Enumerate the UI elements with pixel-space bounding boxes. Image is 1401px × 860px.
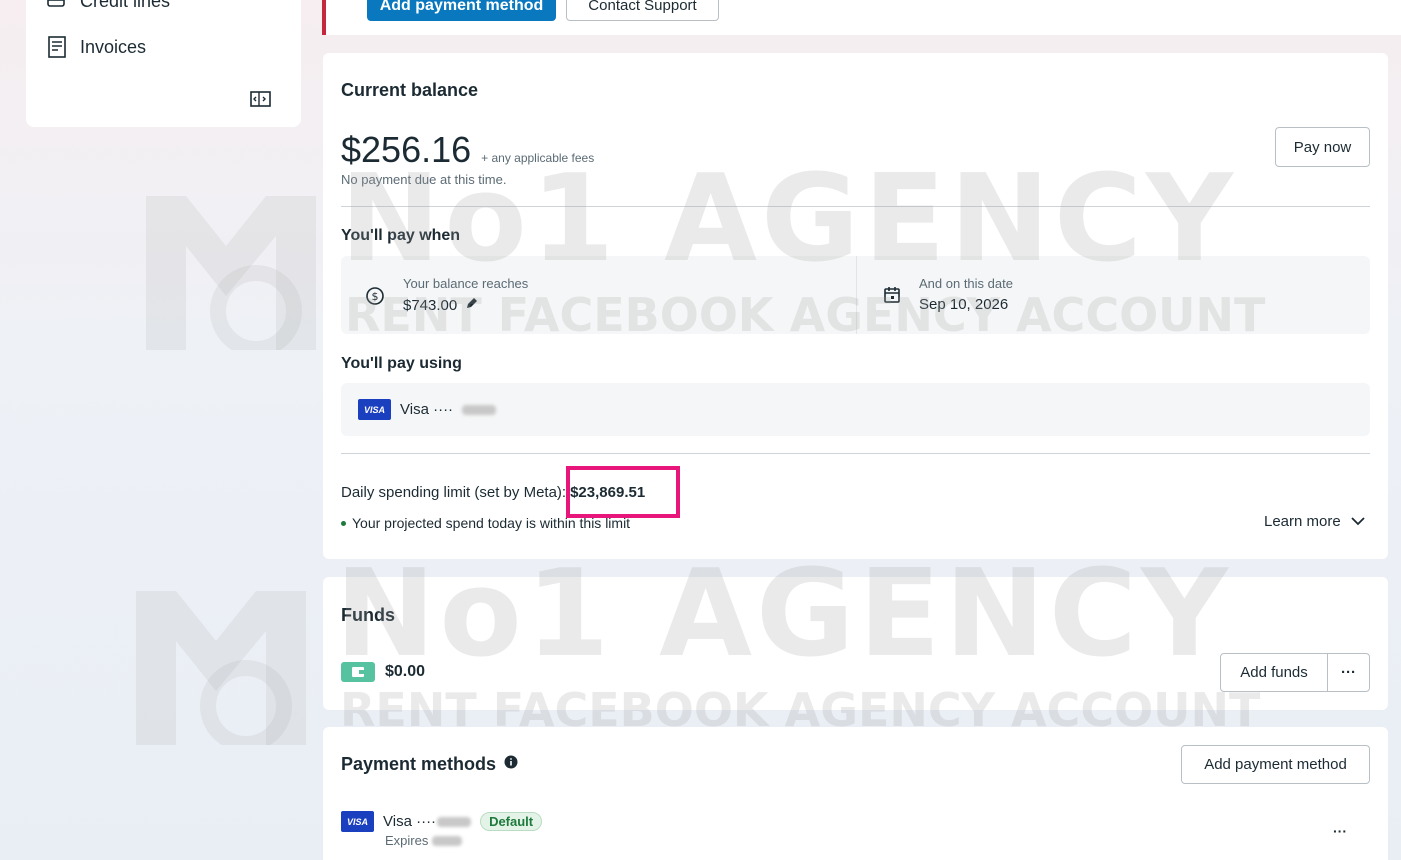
sidebar: Credit lines Invoices xyxy=(26,0,301,127)
funds-title: Funds xyxy=(341,605,395,625)
add-payment-method-button[interactable]: Add payment method xyxy=(367,0,556,21)
balance-amount: $256.16 xyxy=(341,129,472,170)
date-value: Sep 10, 2026 xyxy=(919,296,1009,313)
pay-now-button[interactable]: Pay now xyxy=(1275,127,1370,167)
current-balance-card: Current balance $256.16 + any applicable… xyxy=(323,53,1388,559)
threshold-label: Your balance reaches xyxy=(403,276,529,291)
contact-support-button[interactable]: Contact Support xyxy=(566,0,719,21)
card-title: Current balance xyxy=(341,80,479,100)
pay-using-box: VISA Visa ···· xyxy=(341,383,1370,436)
svg-text:$: $ xyxy=(372,290,379,303)
learn-more-link[interactable]: Learn more xyxy=(1264,513,1365,530)
payment-status: No payment due at this time. xyxy=(341,172,507,187)
calendar-icon xyxy=(883,286,901,309)
threshold-value: $743.00 xyxy=(403,297,458,314)
status-dot xyxy=(341,520,346,526)
visa-card-icon: VISA xyxy=(358,399,391,420)
pay-using-title: You'll pay using xyxy=(341,355,462,372)
fees-note: + any applicable fees xyxy=(481,151,595,165)
sidebar-item-label: Credit lines xyxy=(80,0,171,11)
watermark-logo xyxy=(136,541,306,752)
wallet-icon xyxy=(341,662,375,687)
highlight-box xyxy=(566,466,680,518)
divider xyxy=(341,453,1370,454)
sidebar-item-credit-lines[interactable]: Credit lines xyxy=(46,0,170,12)
info-icon[interactable] xyxy=(504,755,518,774)
chevron-down-icon xyxy=(1351,513,1365,530)
sidebar-item-label: Invoices xyxy=(80,36,147,57)
date-label: And on this date xyxy=(919,276,1013,291)
add-funds-button[interactable]: Add funds xyxy=(1220,653,1328,692)
expires-label: Expires xyxy=(385,833,429,848)
funds-more-button[interactable]: ··· xyxy=(1327,653,1370,692)
redacted-expiry xyxy=(432,835,463,846)
box-divider xyxy=(856,256,857,334)
sidebar-collapse-icon[interactable] xyxy=(250,90,272,108)
card-label: Visa ···· xyxy=(383,813,437,830)
payment-method-row[interactable]: VISA Visa ···· Default xyxy=(341,811,543,832)
add-payment-method-button-2[interactable]: Add payment method xyxy=(1181,745,1370,784)
watermark-logo xyxy=(146,146,316,357)
card-label: Visa ···· xyxy=(400,401,454,418)
pay-when-box: $ Your balance reaches $743.00 And on th… xyxy=(341,256,1370,334)
credit-lines-icon xyxy=(46,0,68,12)
default-badge: Default xyxy=(480,812,543,831)
payment-methods-card: Payment methods Add payment method VISA … xyxy=(323,727,1388,860)
learn-more-label: Learn more xyxy=(1264,513,1341,530)
visa-card-icon: VISA xyxy=(341,811,374,832)
divider xyxy=(341,206,1370,207)
pay-when-title: You'll pay when xyxy=(341,227,461,244)
dollar-circle-icon: $ xyxy=(365,286,385,311)
funds-card: Funds $0.00 Add funds ··· xyxy=(323,577,1388,710)
projected-row: Your projected spend today is within thi… xyxy=(341,515,630,531)
payment-method-more-button[interactable]: ··· xyxy=(1333,823,1347,839)
alert-card: Add payment method Contact Support xyxy=(322,0,1401,35)
redacted-card-number xyxy=(462,404,497,415)
payment-methods-title: Payment methods xyxy=(341,754,497,774)
edit-pencil-icon[interactable] xyxy=(465,296,479,315)
expires-row: Expires xyxy=(385,833,463,848)
limit-label: Daily spending limit (set by Meta): xyxy=(341,484,567,501)
redacted-card-number xyxy=(437,816,472,827)
projected-note: Your projected spend today is within thi… xyxy=(352,515,631,531)
invoice-icon xyxy=(46,36,68,58)
funds-amount: $0.00 xyxy=(385,663,426,680)
sidebar-item-invoices[interactable]: Invoices xyxy=(46,36,146,58)
